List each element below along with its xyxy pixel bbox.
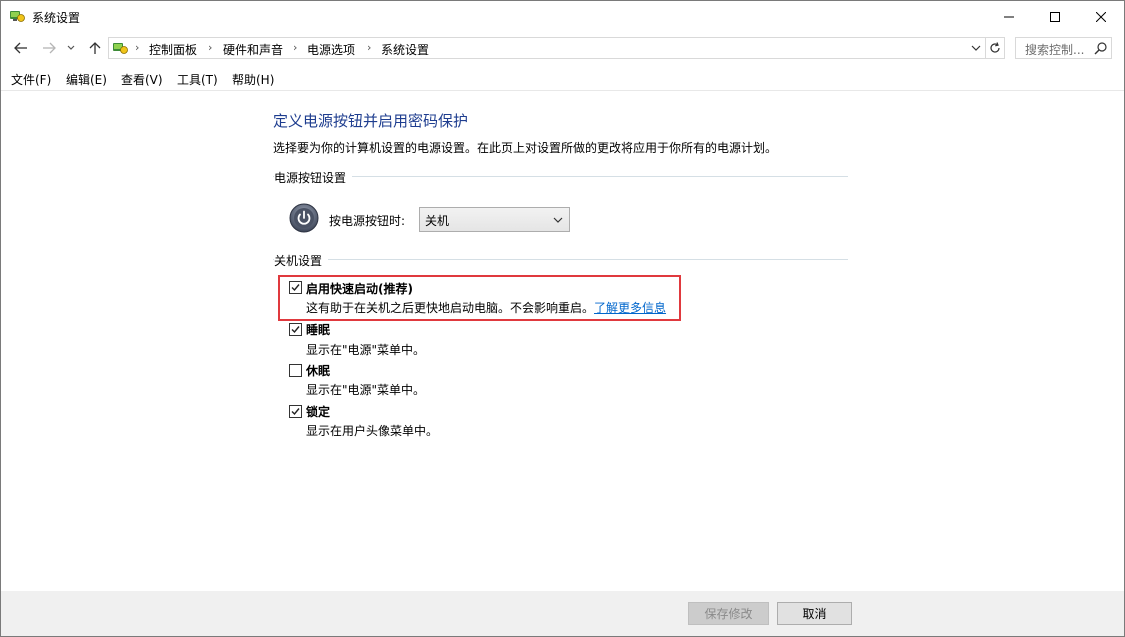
up-button[interactable] <box>85 38 105 58</box>
menu-tools[interactable]: 工具(T) <box>177 71 218 88</box>
recent-locations-button[interactable] <box>64 38 78 58</box>
menu-file[interactable]: 文件(F) <box>11 71 51 88</box>
minimize-icon <box>1004 16 1014 17</box>
breadcrumb-control-panel[interactable]: 控制面板 <box>149 41 197 58</box>
fast-startup-description: 这有助于在关机之后更快地启动电脑。不会影响重启。了解更多信息 <box>306 301 667 315</box>
chevron-down-icon <box>67 45 75 50</box>
refresh-button[interactable] <box>985 38 1004 58</box>
refresh-icon <box>990 42 1000 53</box>
hibernate-checkbox[interactable] <box>289 364 302 377</box>
sleep-label[interactable]: 睡眠 <box>306 321 330 338</box>
close-icon <box>1096 11 1106 22</box>
up-arrow-icon <box>89 42 101 54</box>
breadcrumb-separator-icon: › <box>367 41 372 54</box>
search-icon[interactable] <box>1094 41 1108 55</box>
breadcrumb-separator-icon: › <box>293 41 298 54</box>
menu-view[interactable]: 查看(V) <box>121 71 163 88</box>
maximize-icon <box>1050 11 1060 22</box>
fast-startup-checkbox[interactable] <box>289 281 302 294</box>
lock-description: 显示在用户头像菜单中。 <box>306 424 439 438</box>
title-bar: 系统设置 <box>1 1 1124 32</box>
control-panel-icon <box>113 43 128 54</box>
power-button-section-heading: 电源按钮设置 <box>274 169 353 186</box>
breadcrumb-separator-icon: › <box>208 41 213 54</box>
forward-arrow-icon <box>43 42 56 54</box>
cancel-button[interactable]: 取消 <box>777 602 852 625</box>
breadcrumb-separator-icon: › <box>135 41 140 54</box>
checkmark-icon <box>291 326 300 334</box>
learn-more-link[interactable]: 了解更多信息 <box>594 301 666 315</box>
hibernate-label[interactable]: 休眠 <box>306 362 330 379</box>
menu-help[interactable]: 帮助(H) <box>232 71 274 88</box>
power-button-action-select[interactable]: 关机 <box>419 207 570 232</box>
search-placeholder: 搜索控制... <box>1025 43 1085 57</box>
system-settings-window: 系统设置 › 控制面板 › 硬件和声音 › 电源选项 › 系统设置 搜索控制..… <box>0 0 1125 637</box>
maximize-button[interactable] <box>1032 1 1078 32</box>
save-changes-button[interactable]: 保存修改 <box>688 602 769 625</box>
back-arrow-icon <box>14 42 27 54</box>
power-button-action-label: 按电源按钮时: <box>329 214 406 228</box>
menu-edit[interactable]: 编辑(E) <box>66 71 107 88</box>
breadcrumb-power-options[interactable]: 电源选项 <box>307 41 355 58</box>
page-title: 定义电源按钮并启用密码保护 <box>273 112 469 130</box>
address-bar[interactable]: › 控制面板 › 硬件和声音 › 电源选项 › 系统设置 <box>108 37 1005 59</box>
minimize-button[interactable] <box>986 1 1032 32</box>
control-panel-icon <box>10 11 25 22</box>
sleep-description: 显示在"电源"菜单中。 <box>306 343 426 357</box>
search-input[interactable]: 搜索控制... <box>1015 37 1112 59</box>
chevron-down-icon <box>971 45 981 51</box>
page-description: 选择要为你的计算机设置的电源设置。在此页上对设置所做的更改将应用于你所有的电源计… <box>273 141 778 155</box>
sleep-checkbox[interactable] <box>289 323 302 336</box>
lock-label[interactable]: 锁定 <box>306 403 330 420</box>
checkmark-icon <box>291 284 300 292</box>
section-divider <box>273 259 848 260</box>
section-divider <box>273 176 848 177</box>
back-button[interactable] <box>11 38 31 58</box>
hibernate-description: 显示在"电源"菜单中。 <box>306 383 426 397</box>
breadcrumb-system-settings[interactable]: 系统设置 <box>381 41 429 58</box>
close-button[interactable] <box>1078 1 1124 32</box>
window-title: 系统设置 <box>32 11 81 25</box>
power-icon <box>289 203 319 233</box>
lock-checkbox[interactable] <box>289 405 302 418</box>
breadcrumb-hardware-sound[interactable]: 硬件和声音 <box>223 41 283 58</box>
fast-startup-label[interactable]: 启用快速启动(推荐) <box>306 280 413 297</box>
chevron-down-icon <box>553 217 563 223</box>
address-dropdown-button[interactable] <box>967 38 985 58</box>
footer-bar <box>1 591 1124 636</box>
power-button-action-value: 关机 <box>425 214 450 228</box>
checkmark-icon <box>291 408 300 416</box>
menu-divider <box>1 90 1124 91</box>
menu-bar: 文件(F) 编辑(E) 查看(V) 工具(T) 帮助(H) <box>1 67 1124 89</box>
shutdown-section-heading: 关机设置 <box>274 252 329 269</box>
forward-button[interactable] <box>39 38 59 58</box>
